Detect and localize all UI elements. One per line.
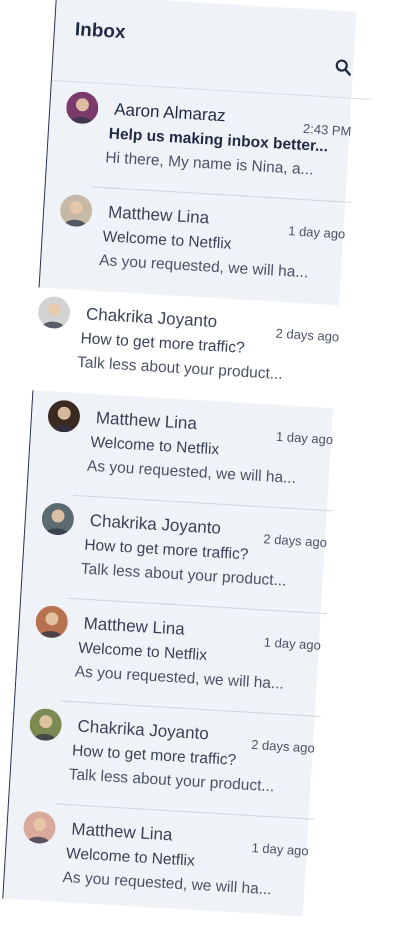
message-subject: How to get more traffic? [83, 536, 249, 564]
sender-name: Matthew Lina [83, 613, 186, 639]
avatar [28, 707, 63, 742]
message-row[interactable]: Aaron Almaraz 2:43 PM Help us making inb… [46, 82, 372, 204]
screen: Inbox Aaron Almaraz 2:43 PM Help us maki… [0, 0, 408, 925]
message-subject: Welcome to Netflix [89, 433, 220, 459]
message-preview: As you requested, we will ha... [74, 663, 285, 693]
message-time: 2:43 PM [302, 120, 352, 139]
avatar [47, 399, 81, 434]
sender-name: Chakrika Joyanto [77, 716, 210, 744]
sender-name: Matthew Lina [95, 408, 198, 434]
message-subject: Welcome to Netflix [102, 228, 232, 253]
sender-name: Matthew Lina [107, 202, 210, 228]
inbox-panel: Inbox Aaron Almaraz 2:43 PM Help us maki… [2, 0, 372, 917]
message-subject: Welcome to Netflix [77, 639, 208, 665]
inbox-header: Inbox [54, 0, 357, 76]
message-time: 1 day ago [287, 223, 346, 242]
message-row[interactable]: Chakrika Joyanto 2 days ago How to get m… [21, 493, 347, 615]
message-row[interactable]: Matthew Lina 1 day ago Welcome to Netfli… [27, 390, 353, 512]
sender-name: Aaron Almaraz [113, 99, 227, 126]
message-row[interactable]: Matthew Lina 1 day ago Welcome to Netfli… [15, 596, 341, 718]
message-preview: Talk less about your product... [76, 353, 284, 384]
page-title: Inbox [74, 19, 127, 44]
message-preview: Talk less about your product... [68, 766, 275, 796]
avatar [22, 810, 57, 845]
message-subject: How to get more traffic? [71, 742, 237, 770]
message-time: 2 days ago [263, 531, 328, 551]
message-time: 1 day ago [251, 840, 310, 859]
message-row[interactable]: Chakrika Joyanto 2 days ago How to get m… [9, 699, 335, 821]
message-subject: How to get more traffic? [80, 330, 246, 357]
message-time: 1 day ago [275, 428, 334, 448]
search-icon[interactable] [334, 58, 353, 77]
avatar [34, 604, 69, 639]
message-preview: Hi there, My name is Nina, a... [104, 149, 314, 179]
message-preview: As you requested, we will ha... [98, 252, 309, 282]
message-time: 2 days ago [275, 325, 340, 345]
message-preview: As you requested, we will ha... [62, 868, 273, 899]
sender-name: Chakrika Joyanto [85, 304, 218, 332]
message-subject: Welcome to Netflix [65, 845, 196, 870]
message-row[interactable]: Chakrika Joyanto 2 days ago How to get m… [17, 286, 359, 410]
message-preview: Talk less about your product... [80, 560, 288, 590]
message-list: Aaron Almaraz 2:43 PM Help us making inb… [3, 82, 371, 924]
message-preview: As you requested, we will ha... [86, 457, 297, 488]
sender-name: Chakrika Joyanto [89, 510, 222, 538]
message-time: 1 day ago [263, 634, 322, 653]
avatar [40, 502, 75, 536]
message-row[interactable]: Matthew Lina 1 day ago Welcome to Netfli… [40, 185, 366, 307]
avatar [59, 193, 94, 228]
message-time: 2 days ago [250, 736, 316, 756]
message-row[interactable]: Matthew Lina 1 day ago Welcome to Netfli… [3, 802, 329, 924]
avatar [37, 295, 72, 330]
avatar [65, 90, 100, 125]
sender-name: Matthew Lina [70, 819, 174, 845]
